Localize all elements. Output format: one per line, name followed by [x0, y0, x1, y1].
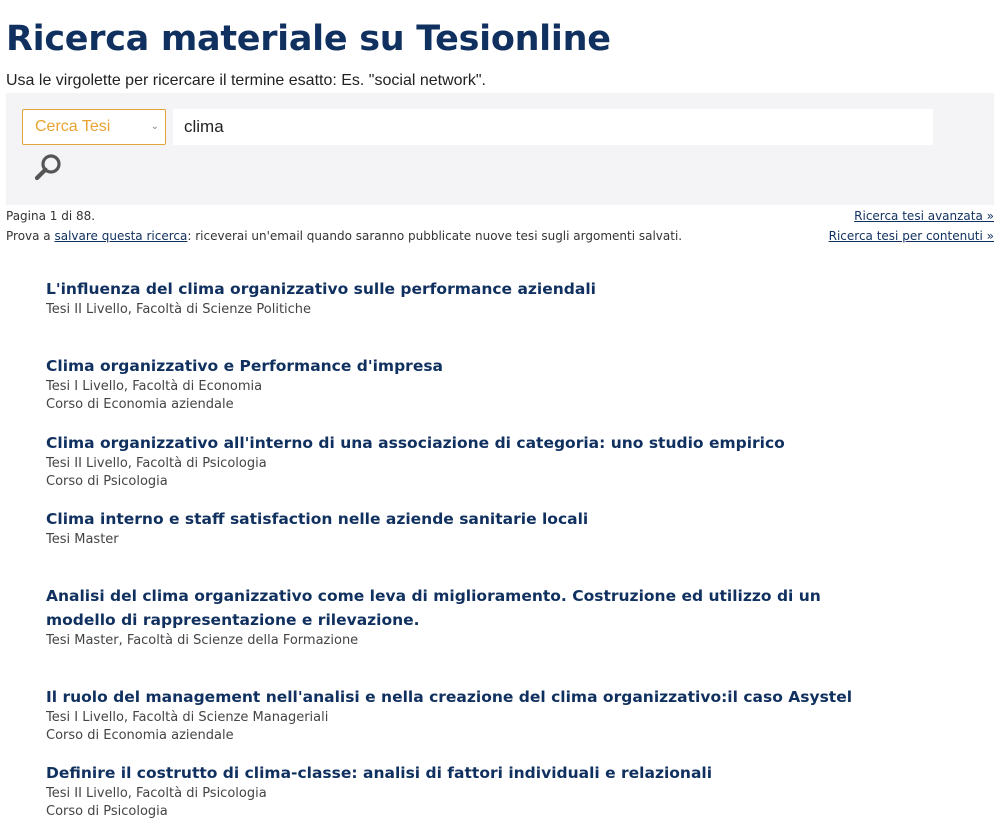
result-level-faculty: Tesi II Livello, Facoltà di Scienze Poli… — [46, 302, 312, 317]
result-item: L'influenza del clima organizzativo sull… — [46, 277, 876, 319]
save-search-link[interactable]: salvare questa ricerca — [54, 229, 187, 243]
search-icon — [34, 154, 61, 181]
search-button[interactable] — [32, 151, 66, 185]
result-title-link[interactable]: Clima organizzativo all'interno di una a… — [46, 431, 876, 455]
result-level-faculty: Tesi Master — [46, 532, 119, 547]
result-course: Corso di Economia aziendale — [46, 396, 234, 412]
pagination-info: Pagina 1 di 88. — [6, 209, 96, 223]
result-item: Clima organizzativo e Performance d'impr… — [46, 354, 876, 413]
page: Ricerca materiale su Tesionline Usa le v… — [0, 0, 1001, 822]
chevron-down-icon: ⌄ — [150, 121, 159, 132]
result-item: Definire il costrutto di clima-classe: a… — [46, 761, 876, 820]
results-meta: Pagina 1 di 88. Prova a salvare questa r… — [6, 206, 682, 246]
result-title-link[interactable]: Clima organizzativo e Performance d'impr… — [46, 354, 876, 378]
save-search-prefix: Prova a — [6, 229, 55, 243]
content-search-link[interactable]: Ricerca tesi per contenuti » — [829, 226, 994, 246]
result-item: Analisi del clima organizzativo come lev… — [46, 584, 876, 650]
search-links: Ricerca tesi avanzata » Ricerca tesi per… — [829, 206, 994, 246]
advanced-search-link[interactable]: Ricerca tesi avanzata » — [829, 206, 994, 226]
page-title: Ricerca materiale su Tesionline — [6, 19, 611, 59]
result-level-faculty: Tesi I Livello, Facoltà di Scienze Manag… — [46, 710, 329, 725]
save-search-suffix: : riceverai un'email quando saranno pubb… — [187, 229, 683, 243]
search-panel: Cerca Tesi ⌄ — [6, 93, 994, 205]
result-level-faculty: Tesi II Livello, Facoltà di Psicologia — [46, 456, 267, 471]
result-title-link[interactable]: Il ruolo del management nell'analisi e n… — [46, 685, 876, 709]
result-level-faculty: Tesi I Livello, Facoltà di Economia — [46, 379, 263, 394]
result-title-link[interactable]: Definire il costrutto di clima-classe: a… — [46, 761, 876, 785]
result-item: Clima organizzativo all'interno di una a… — [46, 431, 876, 490]
result-title-link[interactable]: L'influenza del clima organizzativo sull… — [46, 277, 876, 301]
result-course: Corso di Psicologia — [46, 473, 168, 489]
result-level-faculty: Tesi Master, Facoltà di Scienze della Fo… — [46, 633, 359, 648]
search-input[interactable] — [173, 109, 933, 145]
save-search-note: Prova a salvare questa ricerca: ricevera… — [6, 226, 682, 246]
result-course: Corso di Psicologia — [46, 803, 168, 819]
result-title-link[interactable]: Analisi del clima organizzativo come lev… — [46, 584, 876, 632]
search-type-value: Cerca Tesi — [35, 118, 111, 135]
result-item: Il ruolo del management nell'analisi e n… — [46, 685, 876, 744]
result-title-link[interactable]: Clima interno e staff satisfaction nelle… — [46, 507, 876, 531]
result-item: Clima interno e staff satisfaction nelle… — [46, 507, 876, 549]
search-hint: Usa le virgolette per ricercare il termi… — [6, 72, 486, 89]
result-level-faculty: Tesi II Livello, Facoltà di Psicologia — [46, 786, 267, 801]
result-course: Corso di Economia aziendale — [46, 727, 234, 743]
search-type-select[interactable]: Cerca Tesi ⌄ — [22, 109, 166, 145]
